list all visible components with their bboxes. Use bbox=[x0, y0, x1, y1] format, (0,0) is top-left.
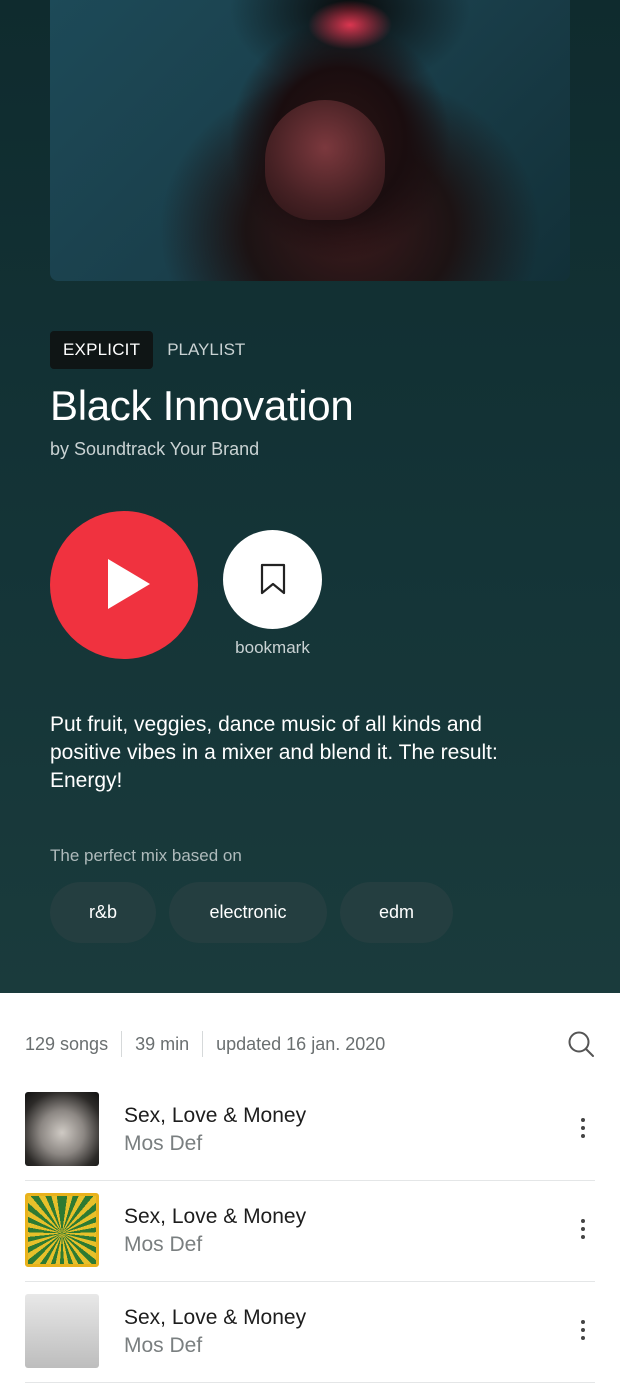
track-row[interactable]: Sex, Love & Money Mos Def bbox=[25, 1181, 595, 1282]
album-art bbox=[25, 1193, 99, 1267]
album-art bbox=[25, 1294, 99, 1368]
track-row[interactable]: Sex, Love & Money Mos Def bbox=[25, 1282, 595, 1383]
genre-chip-edm[interactable]: edm bbox=[340, 882, 453, 943]
album-art bbox=[25, 1092, 99, 1166]
playlist-header: EXPLICIT PLAYLIST Black Innovation by So… bbox=[0, 0, 620, 993]
playlist-byline: by Soundtrack Your Brand bbox=[50, 439, 260, 459]
genre-chips: r&b electronic edm bbox=[50, 882, 453, 943]
track-artist: Mos Def bbox=[124, 1233, 203, 1256]
playlist-meta: 129 songs 39 min updated 16 jan. 2020 bbox=[25, 1028, 595, 1060]
bookmark-label: bookmark bbox=[235, 638, 310, 657]
bookmark-icon bbox=[260, 563, 286, 595]
genre-chip-electronic[interactable]: electronic bbox=[169, 882, 327, 943]
meta-divider bbox=[202, 1031, 204, 1057]
track-artist: Mos Def bbox=[124, 1334, 203, 1357]
bookmark-button[interactable] bbox=[223, 530, 322, 629]
playlist-cover-image bbox=[50, 0, 570, 281]
more-vertical-icon[interactable] bbox=[579, 1219, 587, 1243]
playlist-tags: EXPLICIT PLAYLIST bbox=[50, 331, 245, 369]
genre-chip-rnb[interactable]: r&b bbox=[50, 882, 156, 943]
track-title: Sex, Love & Money bbox=[124, 1104, 307, 1127]
search-icon[interactable] bbox=[567, 1030, 595, 1058]
track-artist: Mos Def bbox=[124, 1132, 203, 1155]
more-vertical-icon[interactable] bbox=[579, 1320, 587, 1344]
track-row[interactable]: Sex, Love & Money Mos Def bbox=[25, 1080, 595, 1181]
updated-date: updated 16 jan. 2020 bbox=[216, 1033, 386, 1054]
cover-figure bbox=[265, 100, 385, 220]
playlist-duration: 39 min bbox=[135, 1033, 190, 1054]
play-icon bbox=[108, 559, 150, 609]
song-count: 129 songs bbox=[25, 1033, 109, 1054]
track-title: Sex, Love & Money bbox=[124, 1306, 307, 1329]
meta-divider bbox=[121, 1031, 123, 1057]
playlist-title: Black Innovation bbox=[50, 382, 354, 429]
playlist-description: Put fruit, veggies, dance music of all k… bbox=[50, 713, 498, 792]
track-list: Sex, Love & Money Mos Def Sex, Love & Mo… bbox=[25, 1080, 595, 1383]
mix-label: The perfect mix based on bbox=[50, 846, 242, 865]
explicit-badge: EXPLICIT bbox=[50, 331, 154, 369]
more-vertical-icon[interactable] bbox=[579, 1118, 587, 1142]
playlist-type-label: PLAYLIST bbox=[167, 340, 246, 359]
track-title: Sex, Love & Money bbox=[124, 1205, 307, 1228]
play-button[interactable] bbox=[50, 511, 198, 659]
